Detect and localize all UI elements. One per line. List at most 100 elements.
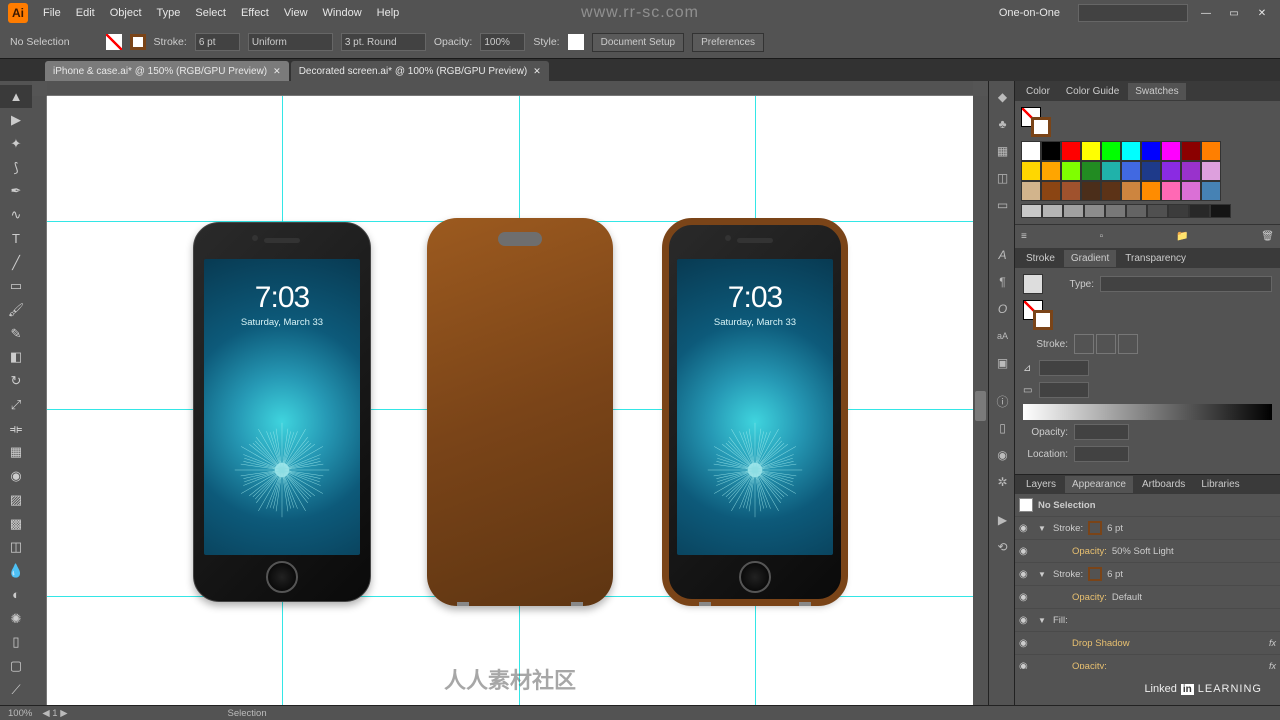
menu-effect[interactable]: Effect — [241, 7, 269, 19]
panel-tab-transparency[interactable]: Transparency — [1118, 250, 1193, 267]
lasso-tool[interactable]: ⟆ — [0, 156, 32, 179]
swatch[interactable] — [1201, 141, 1221, 161]
magic-wand-tool[interactable]: ✦ — [0, 132, 32, 155]
visibility-icon[interactable]: ◉ — [1019, 569, 1033, 580]
swatch[interactable] — [1121, 181, 1141, 201]
panel-icon[interactable]: aA — [989, 324, 1016, 348]
phone-case-back[interactable] — [427, 218, 613, 606]
swatch[interactable] — [1041, 161, 1061, 181]
visibility-icon[interactable]: ◉ — [1019, 615, 1033, 626]
swatch[interactable] — [1021, 181, 1041, 201]
visibility-icon[interactable]: ◉ — [1019, 661, 1033, 670]
appearance-label[interactable]: Opacity: — [1072, 592, 1107, 603]
swatch[interactable] — [1061, 181, 1081, 201]
swatch[interactable] — [1201, 181, 1221, 201]
menu-edit[interactable]: Edit — [76, 7, 95, 19]
swatch[interactable] — [1101, 161, 1121, 181]
close-icon[interactable]: ✕ — [273, 66, 281, 77]
swatch[interactable] — [1121, 161, 1141, 181]
panel-tab-colorguide[interactable]: Color Guide — [1059, 83, 1126, 100]
gradient-slider[interactable] — [1023, 404, 1272, 420]
horizontal-ruler[interactable] — [47, 81, 973, 96]
twirl-icon[interactable]: ▼ — [1038, 524, 1048, 533]
stroke-align-icon[interactable] — [1096, 334, 1116, 354]
canvas-viewport[interactable]: 7:03 Saturday, March 33 — [32, 81, 988, 705]
artboard-tool[interactable]: ▢ — [0, 655, 32, 678]
swatch[interactable] — [1021, 141, 1041, 161]
iphone-front[interactable]: 7:03 Saturday, March 33 — [193, 222, 371, 602]
tab-iphone-case[interactable]: iPhone & case.ai* @ 150% (RGB/GPU Previe… — [45, 61, 289, 81]
swatch[interactable] — [1081, 181, 1101, 201]
width-tool[interactable]: ⟚ — [0, 417, 32, 440]
panel-tab-layers[interactable]: Layers — [1019, 476, 1063, 493]
style-swatch[interactable] — [568, 34, 584, 50]
maximize-button[interactable]: ▭ — [1224, 3, 1244, 23]
line-tool[interactable]: ╱ — [0, 251, 32, 274]
twirl-icon[interactable]: ▼ — [1038, 570, 1048, 579]
opacity-input[interactable] — [480, 33, 525, 51]
panel-icon[interactable]: O — [989, 297, 1016, 321]
panel-icon[interactable]: ♣ — [989, 112, 1016, 136]
panel-tab-gradient[interactable]: Gradient — [1064, 250, 1116, 267]
gradient-type-select[interactable] — [1100, 276, 1272, 292]
fill-swatch[interactable] — [106, 34, 122, 50]
menu-type[interactable]: Type — [157, 7, 181, 19]
mesh-tool[interactable]: ▩ — [0, 512, 32, 535]
stroke-weight-input[interactable] — [195, 33, 240, 51]
rotate-tool[interactable]: ↻ — [0, 370, 32, 393]
panel-icon[interactable]: ◫ — [989, 166, 1016, 190]
swatch[interactable] — [1181, 161, 1201, 181]
swatch[interactable] — [1181, 141, 1201, 161]
document-setup-button[interactable]: Document Setup — [592, 33, 685, 52]
menu-object[interactable]: Object — [110, 7, 142, 19]
swatch[interactable] — [1021, 161, 1041, 181]
minimize-button[interactable]: — — [1196, 3, 1216, 23]
swatch[interactable] — [1021, 204, 1042, 218]
swatch[interactable] — [1141, 161, 1161, 181]
direct-selection-tool[interactable]: ▶ — [0, 109, 32, 132]
swatch[interactable] — [1147, 204, 1168, 218]
gradient-preview[interactable] — [1023, 274, 1043, 294]
appearance-label[interactable]: Fill: — [1053, 615, 1068, 626]
blend-tool[interactable]: ◐ — [0, 583, 32, 606]
free-transform-tool[interactable]: ▦ — [0, 441, 32, 464]
vertical-ruler[interactable] — [32, 96, 47, 705]
grad-opacity-select[interactable] — [1074, 424, 1129, 440]
swatch[interactable] — [1081, 141, 1101, 161]
rectangle-tool[interactable]: ▭ — [0, 275, 32, 298]
grad-location-select[interactable] — [1074, 446, 1129, 462]
menu-file[interactable]: File — [43, 7, 61, 19]
search-input[interactable] — [1078, 4, 1188, 22]
swatch[interactable] — [1041, 141, 1061, 161]
paintbrush-tool[interactable]: 🖌 — [0, 299, 32, 322]
symbol-sprayer-tool[interactable]: ✺ — [0, 607, 32, 630]
close-button[interactable]: ✕ — [1252, 3, 1272, 23]
swatch[interactable] — [1126, 204, 1147, 218]
swatch[interactable] — [1061, 141, 1081, 161]
fill-stroke-indicator[interactable] — [1021, 107, 1051, 137]
swatch[interactable] — [1041, 181, 1061, 201]
shape-builder-tool[interactable]: ◉ — [0, 465, 32, 488]
swatch[interactable] — [1061, 161, 1081, 181]
folder-icon[interactable]: 📁 — [1176, 231, 1188, 242]
pencil-tool[interactable]: ✎ — [0, 322, 32, 345]
vertical-scrollbar[interactable] — [973, 96, 988, 705]
swatch[interactable] — [1201, 161, 1221, 181]
panel-icon[interactable]: ▯ — [989, 416, 1016, 440]
angle-select[interactable] — [1039, 360, 1089, 376]
swatch[interactable] — [1101, 181, 1121, 201]
swatch[interactable] — [1141, 181, 1161, 201]
grad-fillstroke[interactable] — [1023, 300, 1053, 330]
gradient-tool[interactable]: ◫ — [0, 536, 32, 559]
appearance-label[interactable]: Stroke: — [1053, 569, 1083, 580]
aspect-select[interactable] — [1039, 382, 1089, 398]
appearance-label[interactable]: Drop Shadow — [1072, 638, 1130, 649]
type-tool[interactable]: T — [0, 227, 32, 250]
panel-tab-libraries[interactable]: Libraries — [1194, 476, 1246, 493]
swatch[interactable] — [1189, 204, 1210, 218]
panel-icon[interactable]: ✲ — [989, 470, 1016, 494]
close-icon[interactable]: ✕ — [533, 66, 541, 77]
panel-icon[interactable]: ⟲ — [989, 535, 1016, 559]
pen-tool[interactable]: ✒ — [0, 180, 32, 203]
preferences-button[interactable]: Preferences — [692, 33, 764, 52]
